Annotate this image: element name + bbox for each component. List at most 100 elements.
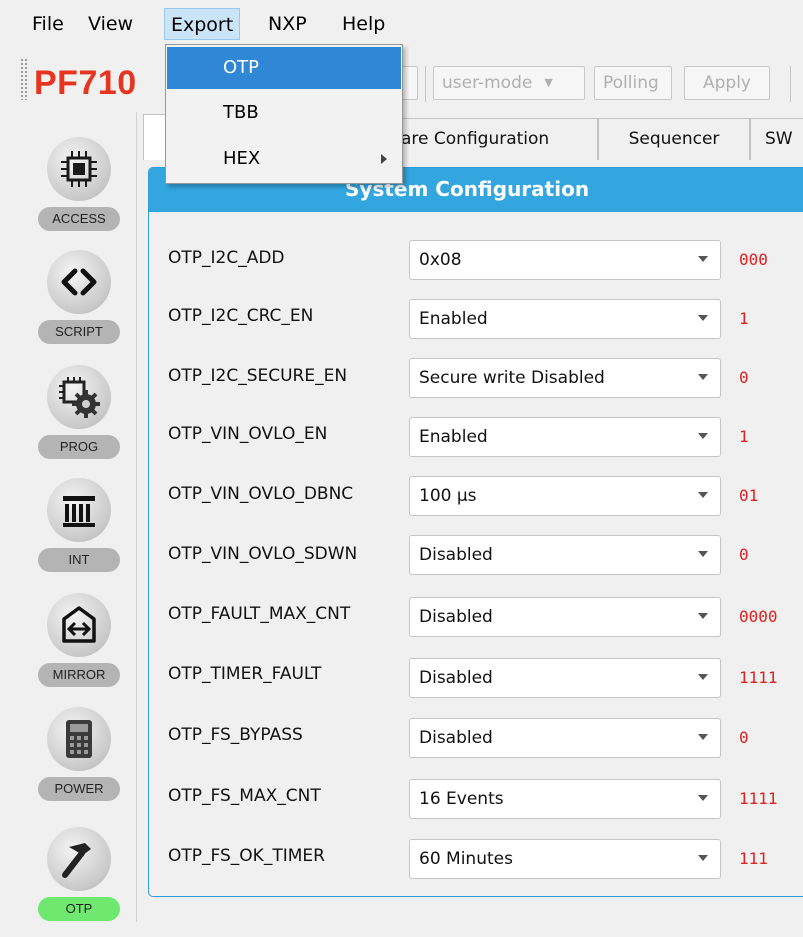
bits-value: 0 <box>739 368 749 387</box>
select-value: Enabled <box>419 427 488 447</box>
sidebar-item-int[interactable]: INT <box>38 478 120 588</box>
pillars-icon <box>47 478 111 542</box>
row-label-i2c-crc-en: OTP_I2C_CRC_EN <box>168 306 314 326</box>
caret-down-icon <box>698 613 708 619</box>
vin-ovlo-sdwn-select[interactable]: Disabled <box>409 535 721 575</box>
sidebar-item-script[interactable]: SCRIPT <box>38 250 120 360</box>
menu-file[interactable]: File <box>26 8 70 40</box>
chip-icon <box>47 137 111 201</box>
bits-value: 0 <box>739 728 749 747</box>
export-menu-item-tbb[interactable]: TBB <box>167 92 401 134</box>
i2c-crc-en-select[interactable]: Enabled <box>409 299 721 339</box>
submenu-arrow-icon <box>381 154 387 164</box>
caret-down-icon <box>698 674 708 680</box>
mirror-icon <box>47 593 111 657</box>
menu-help[interactable]: Help <box>336 8 391 40</box>
row-label-i2c-secure-en: OTP_I2C_SECURE_EN <box>168 366 348 386</box>
export-menu-item-otp[interactable]: OTP <box>167 47 401 89</box>
chevron-down-icon: ▼ <box>544 76 553 89</box>
row-label-vin-ovlo-sdwn: OTP_VIN_OVLO_SDWN <box>168 544 358 564</box>
row-label-fs-bypass: OTP_FS_BYPASS <box>168 725 303 745</box>
caret-down-icon <box>698 492 708 498</box>
sidebar-item-label: SCRIPT <box>38 320 120 344</box>
bits-value: 111 <box>739 849 768 868</box>
tab-sequencer[interactable]: Sequencer <box>598 118 750 160</box>
bits-value: 1111 <box>739 668 778 687</box>
sidebar-item-label: PROG <box>38 435 120 459</box>
row-label-fs-max-cnt: OTP_FS_MAX_CNT <box>168 786 321 806</box>
export-menu-item-hex[interactable]: HEX <box>167 138 401 180</box>
sidebar-item-label: ACCESS <box>38 207 120 231</box>
row-label-timer-fault: OTP_TIMER_FAULT <box>168 664 322 684</box>
select-value: Enabled <box>419 309 488 329</box>
apply-button[interactable]: Apply <box>684 66 770 100</box>
sidebar-item-prog[interactable]: PROG <box>38 365 120 475</box>
toolbar-separator <box>790 66 791 102</box>
menu-nxp[interactable]: NXP <box>262 8 313 40</box>
sidebar-item-label: INT <box>38 548 120 572</box>
fs-max-cnt-select[interactable]: 16 Events <box>409 779 721 819</box>
menu-export[interactable]: Export <box>164 8 241 40</box>
vin-ovlo-en-select[interactable]: Enabled <box>409 417 721 457</box>
menu-view[interactable]: View <box>82 8 139 40</box>
i2c-add-select[interactable]: 0x08 <box>409 240 721 280</box>
caret-down-icon <box>698 734 708 740</box>
caret-down-icon <box>698 374 708 380</box>
sidebar-item-label: OTP <box>38 897 120 921</box>
select-value: Disabled <box>419 607 493 627</box>
select-value: 60 Minutes <box>419 849 513 869</box>
select-value: Disabled <box>419 728 493 748</box>
bits-value: 1 <box>739 427 749 446</box>
caret-down-icon <box>698 315 708 321</box>
caret-down-icon <box>698 855 708 861</box>
polling-button[interactable]: Polling <box>594 66 672 100</box>
row-label-vin-ovlo-en: OTP_VIN_OVLO_EN <box>168 424 328 444</box>
vin-ovlo-dbnc-select[interactable]: 100 µs <box>409 476 721 516</box>
caret-down-icon <box>698 551 708 557</box>
row-label-i2c-add: OTP_I2C_ADD <box>168 248 285 268</box>
tab-sw[interactable]: SW <box>750 118 803 160</box>
export-menu-item-label: HEX <box>223 148 261 169</box>
select-value: Disabled <box>419 545 493 565</box>
bits-value: 01 <box>739 486 759 505</box>
bits-value: 1111 <box>739 789 778 808</box>
row-label-fault-max-cnt: OTP_FAULT_MAX_CNT <box>168 604 351 624</box>
bits-value: 000 <box>739 250 768 269</box>
chip-gear-icon <box>47 365 111 429</box>
sidebar-item-otp[interactable]: OTP <box>38 827 120 937</box>
hammer-icon <box>47 827 111 891</box>
fs-ok-timer-select[interactable]: 60 Minutes <box>409 839 721 879</box>
select-value: Secure write Disabled <box>419 368 605 388</box>
sidebar-item-mirror[interactable]: MIRROR <box>38 593 120 703</box>
bits-value: 1 <box>739 309 749 328</box>
menu-bar: File View Export NXP Help <box>0 0 803 44</box>
export-menu: OTP TBB HEX <box>165 44 403 184</box>
sidebar-item-power[interactable]: POWER <box>38 707 120 817</box>
caret-down-icon <box>698 256 708 262</box>
device-brand-label: PF710 <box>34 64 137 102</box>
calculator-icon <box>47 707 111 771</box>
i2c-secure-en-select[interactable]: Secure write Disabled <box>409 358 721 398</box>
caret-down-icon <box>698 795 708 801</box>
tab-hardware-configuration[interactable]: are Configuration <box>380 118 598 160</box>
mode-combo[interactable]: user-mode ▼ <box>433 66 585 100</box>
row-label-fs-ok-timer: OTP_FS_OK_TIMER <box>168 846 325 866</box>
sidebar-item-access[interactable]: ACCESS <box>38 137 120 247</box>
select-value: 16 Events <box>419 789 504 809</box>
timer-fault-select[interactable]: Disabled <box>409 658 721 698</box>
code-brackets-icon <box>47 250 111 314</box>
sidebar-item-label: POWER <box>38 777 120 801</box>
toolbar-separator <box>425 66 426 102</box>
bits-value: 0000 <box>739 607 778 626</box>
select-value: 0x08 <box>419 250 462 270</box>
sidebar-item-label: MIRROR <box>38 663 120 687</box>
bits-value: 0 <box>739 545 749 564</box>
fault-max-cnt-select[interactable]: Disabled <box>409 597 721 637</box>
select-value: 100 µs <box>419 486 477 506</box>
mode-combo-value: user-mode <box>442 73 533 93</box>
sidebar-divider <box>136 112 137 922</box>
select-value: Disabled <box>419 668 493 688</box>
row-label-vin-ovlo-dbnc: OTP_VIN_OVLO_DBNC <box>168 484 354 504</box>
fs-bypass-select[interactable]: Disabled <box>409 718 721 758</box>
toolbar-grip[interactable] <box>20 58 28 100</box>
